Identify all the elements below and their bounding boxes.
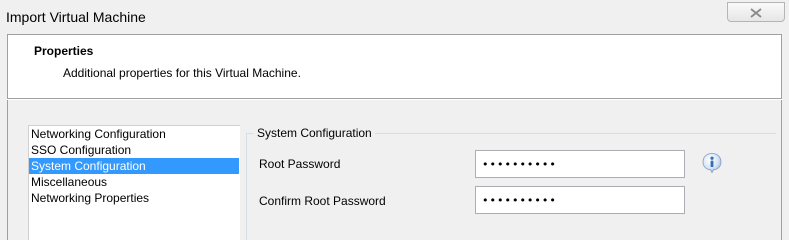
- import-vm-dialog: Import Virtual Machine Properties Additi…: [0, 0, 789, 240]
- close-button[interactable]: [727, 2, 785, 22]
- group-title: System Configuration: [254, 126, 375, 140]
- confirm-root-password-field[interactable]: [475, 186, 685, 214]
- header-panel: Properties Additional properties for thi…: [7, 34, 782, 98]
- nav-item-system-configuration[interactable]: System Configuration: [29, 158, 239, 174]
- title-bar: Import Virtual Machine: [0, 0, 789, 34]
- window-title: Import Virtual Machine: [6, 9, 146, 25]
- page-subtitle: Additional properties for this Virtual M…: [63, 66, 301, 80]
- root-password-field[interactable]: [475, 150, 685, 178]
- info-icon[interactable]: [701, 152, 723, 174]
- body-panel: Networking Configuration SSO Configurati…: [7, 100, 782, 240]
- nav-item-networking-properties[interactable]: Networking Properties: [29, 190, 239, 206]
- root-password-label: Root Password: [259, 157, 341, 171]
- nav-item-networking-configuration[interactable]: Networking Configuration: [29, 126, 239, 142]
- nav-item-sso-configuration[interactable]: SSO Configuration: [29, 142, 239, 158]
- page-title: Properties: [34, 44, 94, 58]
- properties-nav-list: Networking Configuration SSO Configurati…: [28, 125, 240, 240]
- close-icon: [750, 8, 762, 18]
- nav-item-miscellaneous[interactable]: Miscellaneous: [29, 174, 239, 190]
- confirm-root-password-label: Confirm Root Password: [259, 194, 386, 208]
